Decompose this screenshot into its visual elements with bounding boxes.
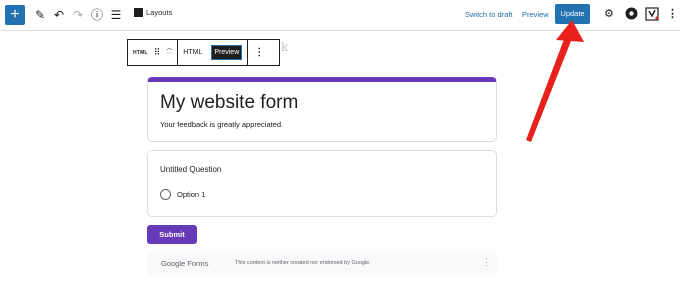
info-icon[interactable]: ⓘ <box>89 6 105 24</box>
question-card: Untitled Question Option 1 <box>147 150 497 217</box>
add-block-button[interactable]: + <box>5 5 25 25</box>
option-label[interactable]: Option 1 <box>177 190 205 199</box>
move-arrows[interactable]: ︿ ﹀ <box>166 46 172 60</box>
block-more-icon[interactable]: ⋮ <box>248 47 270 58</box>
google-forms-footer: Google Forms This content is neither cre… <box>147 251 497 275</box>
move-up-icon[interactable]: ︿ <box>166 46 172 53</box>
update-button[interactable]: Update <box>555 4 590 24</box>
editor-toolbar: + ✎ ↶ ↷ ⓘ ☰ Layouts Switch to draft Prev… <box>0 0 680 31</box>
option-radio[interactable] <box>160 189 171 200</box>
drag-handle-icon[interactable]: ⠿ <box>154 47 161 58</box>
redo-icon[interactable]: ↷ <box>70 6 86 24</box>
yoast-icon[interactable] <box>645 7 659 24</box>
footer-more-icon[interactable]: ⋮ <box>482 257 491 268</box>
layouts-grid-icon <box>134 8 143 17</box>
switch-to-draft-button[interactable]: Switch to draft <box>465 10 513 19</box>
arrow-shaft <box>526 34 573 142</box>
submit-button[interactable]: Submit <box>147 225 197 244</box>
block-mover-group: HTML ⠿ ︿ ﹀ <box>128 40 179 65</box>
move-down-icon[interactable]: ﹀ <box>166 53 172 60</box>
layouts-label: Layouts <box>146 8 173 17</box>
layouts-button[interactable]: Layouts <box>134 8 172 17</box>
block-toolbar: HTML ⠿ ︿ ﹀ HTML Preview ⋮ <box>127 39 280 66</box>
form-header-card: My website form Your feedback is greatly… <box>147 77 497 142</box>
pencil-icon[interactable]: ✎ <box>32 6 48 24</box>
form-title: My website form <box>160 92 299 113</box>
tab-preview[interactable]: Preview <box>211 45 243 60</box>
settings-gear-icon[interactable]: ⚙ <box>604 7 614 20</box>
html-block-type-icon[interactable]: HTML <box>133 50 148 56</box>
tab-html[interactable]: HTML <box>183 49 202 56</box>
footer-disclaimer: This content is neither created nor endo… <box>235 260 371 266</box>
preview-button[interactable]: Preview <box>522 10 549 19</box>
ghost-text: k <box>281 40 289 54</box>
list-view-icon[interactable]: ☰ <box>108 6 124 24</box>
google-forms-logo: Google Forms <box>161 259 209 268</box>
form-description: Your feedback is greatly appreciated. <box>160 120 284 129</box>
html-tabs: HTML Preview <box>178 40 249 65</box>
undo-icon[interactable]: ↶ <box>51 6 67 24</box>
more-options-icon[interactable]: ⋮ <box>667 7 678 20</box>
question-title: Untitled Question <box>160 165 222 174</box>
plugin-badge-icon[interactable] <box>625 7 638 23</box>
